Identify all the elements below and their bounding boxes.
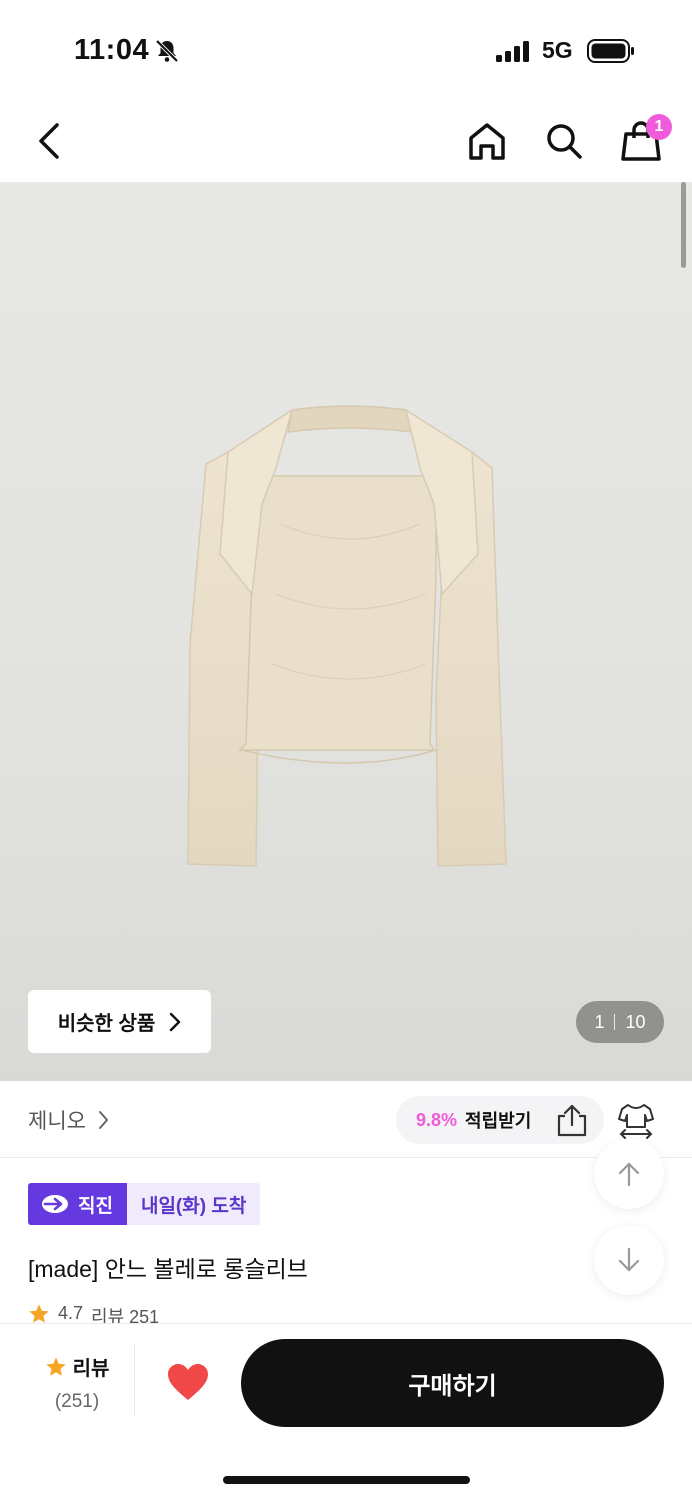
arrow-up-icon [618,1162,640,1187]
review-count: (251) [54,1391,100,1412]
back-icon [39,123,59,159]
page-current: 1 [594,1011,605,1032]
direct-delivery-badge: 직진 [28,1183,127,1225]
divider [134,1344,135,1416]
bell-off-icon [155,39,179,63]
page-separator [614,1014,616,1030]
buy-button[interactable]: 구매하기 [241,1339,664,1427]
product-image [187,405,507,867]
arrival-date-badge: 내일(화) 도착 [126,1183,261,1225]
reward-percent: 9.8% [416,1109,458,1130]
brand-row: 제니오 9.8% 적립받기 [0,1081,692,1158]
review-count-text: 리뷰 251 [91,1307,160,1325]
star-icon [29,1304,49,1323]
home-button[interactable] [464,118,510,164]
share-icon[interactable] [556,1103,588,1137]
rating-value: 4.7 [58,1303,84,1323]
network-label: 5G [542,37,573,63]
image-page-counter: 1 10 [576,1001,664,1043]
size-guide-icon[interactable] [616,1101,656,1139]
review-button[interactable]: 리뷰 (251) [22,1352,132,1418]
cart-count-badge: 1 [646,114,672,140]
status-bar: 11:04 5G [0,0,692,100]
scroll-down-button[interactable] [594,1225,664,1295]
back-button[interactable] [26,118,72,164]
search-button[interactable] [541,118,587,164]
arrow-down-icon [618,1247,640,1272]
delivery-tags: 직진 내일(화) 도착 [28,1183,261,1225]
home-indicator [223,1476,470,1484]
battery-icon [587,39,634,63]
brand-link[interactable]: 제니오 [28,1105,109,1135]
heart-icon[interactable] [166,1362,210,1402]
chevron-right-icon [170,1012,181,1031]
top-nav [0,100,692,182]
product-image-carousel[interactable]: 비슷한 상품 1 10 [0,182,692,1081]
scroll-up-button[interactable] [594,1139,664,1209]
review-label: 리뷰 [72,1358,110,1380]
product-title: [made] 안느 볼레로 롱슬리브 [28,1256,308,1282]
signal-icon [496,41,529,62]
direct-delivery-label: 직진 [78,1195,113,1217]
direct-logo-icon [42,1195,68,1213]
page-total: 10 [625,1011,646,1032]
brand-name: 제니오 [28,1110,86,1133]
similar-products-button[interactable]: 비슷한 상품 [28,990,211,1053]
home-icon [469,123,505,160]
star-icon [45,1356,66,1376]
review-label-row: 리뷰 [22,1352,132,1381]
search-icon [547,124,582,159]
status-time: 11:04 [74,34,150,66]
bottom-action-bar: 리뷰 (251) 구매하기 [0,1323,692,1500]
rating-summary[interactable]: 4.7 리뷰 251 [28,1303,159,1325]
reward-label: 적립받기 [465,1111,532,1131]
image-scrollbar [681,182,686,268]
chevron-right-icon [98,1111,108,1129]
similar-products-label: 비슷한 상품 [57,1013,156,1035]
